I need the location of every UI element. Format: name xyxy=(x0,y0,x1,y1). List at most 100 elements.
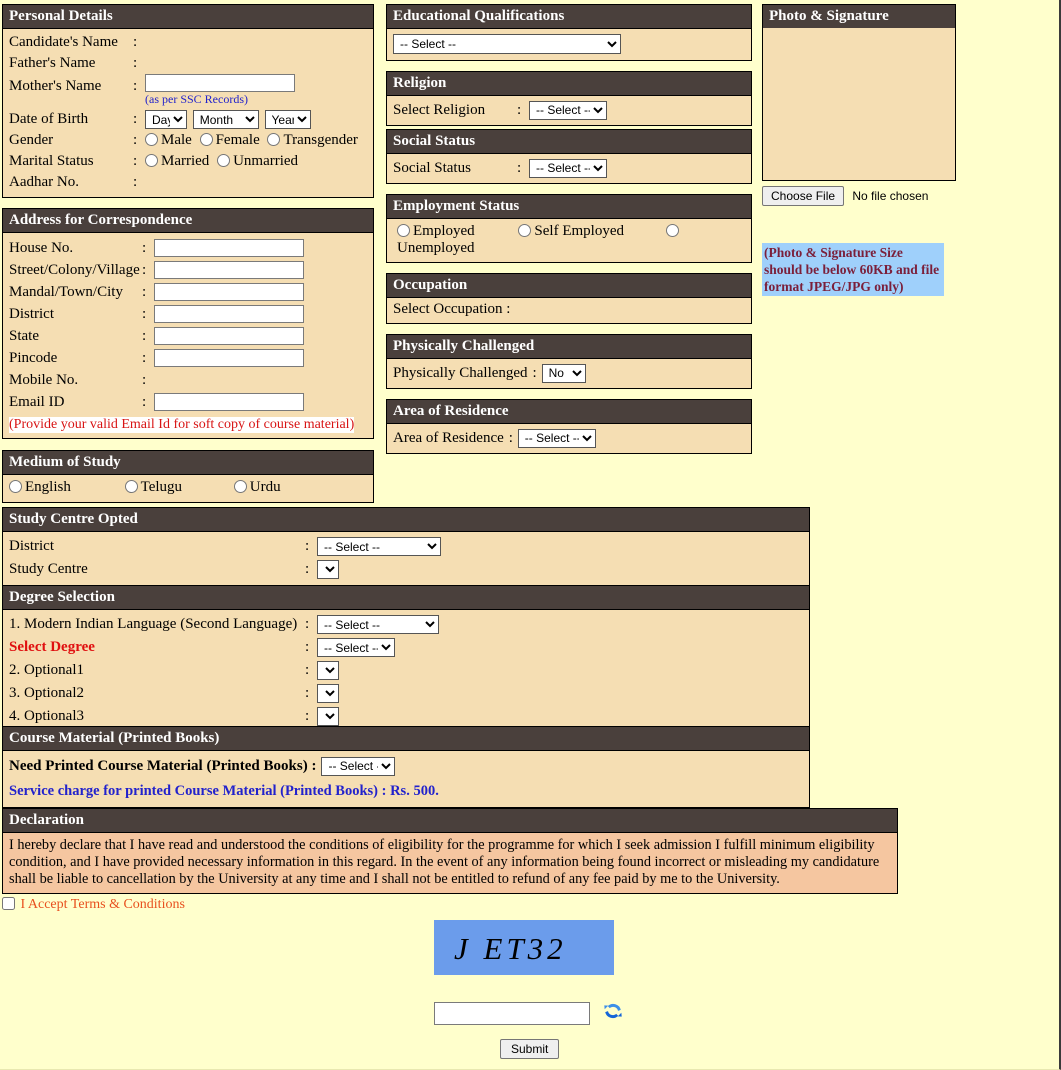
mandal-input[interactable] xyxy=(154,283,304,301)
accept-terms-checkbox[interactable] xyxy=(2,897,15,910)
address-title: Address for Correspondence xyxy=(3,209,373,233)
social-status-title: Social Status xyxy=(387,130,751,154)
marital-option-unmarried[interactable]: Unmarried xyxy=(217,153,298,169)
medium-label-urdu: Urdu xyxy=(249,479,281,495)
district-colon: : xyxy=(142,305,147,322)
photo-size-note: (Photo & Signature Size should be below … xyxy=(762,243,944,296)
captcha-input[interactable] xyxy=(434,1002,590,1025)
accept-terms-label-wrap[interactable]: I Accept Terms & Conditions xyxy=(2,897,185,912)
declaration-title: Declaration xyxy=(3,809,897,833)
employment-radio-unemployed[interactable] xyxy=(665,224,679,237)
marital-status-colon: : xyxy=(133,153,138,169)
gender-option-transgender[interactable]: Transgender xyxy=(267,132,358,148)
physically-challenged-select[interactable]: No xyxy=(541,363,586,383)
optional1-select[interactable] xyxy=(317,661,339,680)
employment-option-self-employed[interactable]: Self Employed xyxy=(518,223,624,239)
mil-select[interactable]: -- Select -- xyxy=(317,615,439,634)
gender-radio-transgender[interactable] xyxy=(267,133,281,146)
house-no-colon: : xyxy=(142,239,147,256)
pincode-row: Pincode : xyxy=(9,347,367,369)
street-colon: : xyxy=(142,261,147,278)
mother-name-input[interactable] xyxy=(145,74,295,92)
gender-option-female[interactable]: Female xyxy=(199,132,260,148)
medium-radio-urdu[interactable] xyxy=(233,480,247,493)
photo-signature-panel: Photo & Signature xyxy=(762,4,956,181)
area-of-residence-title: Area of Residence xyxy=(387,400,751,424)
select-degree-select[interactable]: -- Select -- xyxy=(317,638,395,657)
educational-qualifications-title: Educational Qualifications xyxy=(387,5,751,29)
captcha-section: J ET32 Submit xyxy=(434,920,622,1059)
mobile-row: Mobile No. : xyxy=(9,369,367,391)
gender-radio-female[interactable] xyxy=(199,133,213,146)
gender-radio-male[interactable] xyxy=(145,133,158,146)
email-colon: : xyxy=(142,393,147,410)
optional3-select[interactable] xyxy=(317,707,339,726)
employment-radio-self-employed[interactable] xyxy=(518,224,532,237)
select-degree-row: Select Degree : -- Select -- xyxy=(9,636,803,659)
educational-qualification-select[interactable]: -- Select -- xyxy=(393,34,621,54)
occupation-title: Occupation xyxy=(387,274,751,298)
social-status-select[interactable]: -- Select -- xyxy=(529,158,607,178)
employment-option-employed[interactable]: Employed xyxy=(397,223,475,239)
photo-signature-title: Photo & Signature xyxy=(763,5,955,28)
choose-file-button[interactable]: Choose File xyxy=(762,186,845,206)
mil-colon: : xyxy=(305,616,310,632)
dob-day-select[interactable]: Day xyxy=(145,110,187,129)
house-no-input[interactable] xyxy=(154,239,304,257)
captcha-input-row xyxy=(434,1000,624,1027)
medium-option-urdu[interactable]: Urdu xyxy=(233,479,281,496)
marital-radio-married[interactable] xyxy=(145,154,158,167)
district-row: District : xyxy=(9,303,367,325)
email-label: Email ID xyxy=(9,393,65,410)
gender-row: Gender : Male Female Transgender xyxy=(9,130,367,151)
medium-of-study-panel: Medium of Study English Telugu Urdu xyxy=(2,450,374,503)
course-material-panel: Course Material (Printed Books) Need Pri… xyxy=(2,726,810,808)
area-of-residence-select[interactable]: -- Select -- xyxy=(517,428,596,448)
study-district-select[interactable]: -- Select -- xyxy=(317,537,441,556)
optional2-select[interactable] xyxy=(317,684,339,703)
father-name-colon: : xyxy=(133,55,138,71)
medium-radio-english[interactable] xyxy=(9,480,22,493)
mother-name-label: Mother's Name xyxy=(9,78,102,94)
medium-option-english[interactable]: English xyxy=(9,479,71,496)
mil-label: 1. Modern Indian Language (Second Langua… xyxy=(9,616,298,632)
employment-radio-employed[interactable] xyxy=(397,224,410,237)
dob-year-select[interactable]: Year xyxy=(264,110,311,129)
physically-challenged-title: Physically Challenged xyxy=(387,335,751,359)
medium-option-telugu[interactable]: Telugu xyxy=(124,479,182,496)
street-input[interactable] xyxy=(154,261,304,279)
employment-label-employed: Employed xyxy=(413,223,475,239)
gender-label-female: Female xyxy=(215,132,260,148)
optional1-label: 2. Optional1 xyxy=(9,662,84,678)
gender-label-male: Male xyxy=(161,132,192,148)
gender-option-male[interactable]: Male xyxy=(145,132,192,148)
religion-row: Select Religion : -- Select -- xyxy=(393,99,745,121)
mandal-label: Mandal/Town/City xyxy=(9,283,123,300)
street-label: Street/Colony/Village xyxy=(9,261,140,278)
state-input[interactable] xyxy=(154,327,304,345)
pincode-input[interactable] xyxy=(154,349,304,367)
marital-radio-unmarried[interactable] xyxy=(217,154,231,167)
email-row: Email ID : xyxy=(9,391,367,413)
candidate-name-row: Candidate's Name : xyxy=(9,32,367,53)
employment-label-unemployed: Unemployed xyxy=(397,240,475,256)
submit-wrap: Submit xyxy=(500,1039,560,1059)
religion-title: Religion xyxy=(387,72,751,96)
study-district-row: District : -- Select -- xyxy=(9,535,803,558)
social-status-row: Social Status : -- Select -- xyxy=(393,157,745,179)
state-row: State : xyxy=(9,325,367,347)
religion-select[interactable]: -- Select -- xyxy=(529,100,607,120)
occupation-label: Select Occupation : xyxy=(393,301,511,317)
email-input[interactable] xyxy=(154,393,304,411)
father-name-label: Father's Name xyxy=(9,55,96,71)
refresh-icon[interactable] xyxy=(602,1000,624,1027)
mandal-row: Mandal/Town/City : xyxy=(9,281,367,303)
marital-option-married[interactable]: Married xyxy=(145,153,209,169)
photo-file-row: Choose File No file chosen xyxy=(762,186,956,206)
dob-month-select[interactable]: Month xyxy=(192,110,259,129)
study-centre-select[interactable] xyxy=(317,560,339,579)
need-course-material-select[interactable]: -- Select -- xyxy=(321,756,396,776)
district-input[interactable] xyxy=(154,305,304,323)
medium-radio-telugu[interactable] xyxy=(124,480,138,493)
submit-button[interactable]: Submit xyxy=(500,1039,560,1059)
